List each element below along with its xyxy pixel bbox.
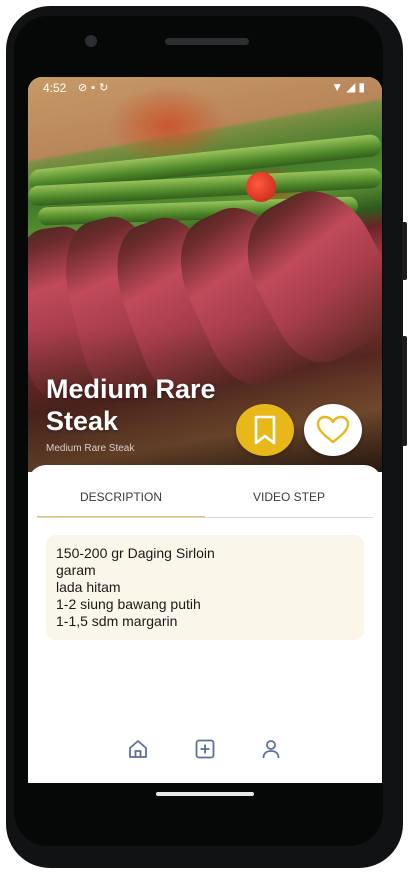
nav-profile[interactable] (257, 735, 285, 763)
app-screen: 4:52 ⊘▪↻ ▼◢▮ Medium Rare Steak Medium Ra… (28, 77, 382, 783)
sync-icon: ↻ (99, 82, 113, 94)
status-time: 4:52 (43, 81, 67, 95)
nav-home[interactable] (124, 735, 152, 763)
ingredient-item: 1-1,5 sdm margarin (56, 613, 178, 629)
earpiece-speaker (165, 38, 249, 45)
home-icon (129, 740, 147, 758)
bookmark-icon (254, 415, 276, 445)
front-camera (85, 35, 97, 47)
profile-icon (262, 740, 280, 759)
sim-icon: ▪ (91, 82, 100, 94)
ingredient-item: lada hitam (56, 579, 121, 595)
heart-icon (316, 415, 350, 444)
tab-divider (37, 517, 373, 518)
status-right-icons: ▼◢▮ (331, 80, 368, 94)
do-not-disturb-icon: ⊘ (78, 82, 92, 94)
ingredients-card: 150-200 gr Daging Sirloin garam lada hit… (46, 535, 364, 640)
battery-icon: ▮ (358, 80, 368, 94)
tab-bar: DESCRIPTION VIDEO STEP (37, 465, 373, 518)
status-left-icons: ⊘▪↻ (78, 81, 112, 94)
volume-button (402, 336, 407, 446)
nav-add[interactable] (191, 735, 219, 763)
home-indicator[interactable] (156, 792, 254, 796)
recipe-hero-image: 4:52 ⊘▪↻ ▼◢▮ Medium Rare Steak Medium Ra… (28, 77, 382, 472)
wifi-icon: ▼ (331, 80, 347, 94)
favorite-button[interactable] (304, 404, 362, 456)
recipe-title: Medium Rare Steak (46, 374, 216, 436)
tab-video-step[interactable]: VIDEO STEP (205, 465, 373, 518)
tab-description[interactable]: DESCRIPTION (37, 465, 205, 518)
bottom-navigation (28, 727, 382, 771)
cherry-tomato (246, 172, 276, 202)
add-icon (195, 739, 215, 759)
signal-icon: ◢ (346, 80, 359, 94)
ingredient-item: garam (56, 562, 96, 578)
recipe-subtitle: Medium Rare Steak (46, 443, 135, 454)
ingredient-item: 1-2 siung bawang putih (56, 596, 201, 612)
ingredient-item: 150-200 gr Daging Sirloin (56, 545, 215, 561)
bookmark-button[interactable] (236, 404, 294, 456)
power-button (402, 222, 407, 280)
status-bar: 4:52 ⊘▪↻ ▼◢▮ (28, 77, 382, 99)
